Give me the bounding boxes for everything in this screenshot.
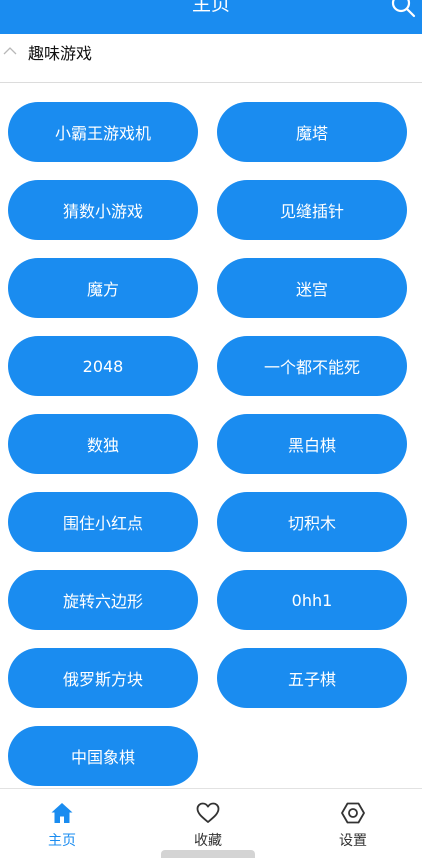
tab-favorites-label: 收藏 bbox=[194, 833, 222, 849]
game-button[interactable]: 旋转六边形 bbox=[8, 570, 198, 630]
game-button[interactable]: 2048 bbox=[8, 336, 198, 396]
heart-icon bbox=[196, 802, 220, 823]
game-button[interactable]: 迷宫 bbox=[217, 258, 407, 318]
tab-home[interactable]: 主页 bbox=[22, 789, 102, 859]
home-icon bbox=[51, 803, 73, 823]
section-header-collapse[interactable]: 趣味游戏 bbox=[0, 34, 422, 83]
game-button[interactable]: 围住小红点 bbox=[8, 492, 198, 552]
game-button[interactable]: 魔塔 bbox=[217, 102, 407, 162]
game-grid: 小霸王游戏机 魔塔 猜数小游戏 见缝插针 魔方 迷宫 2048 一个都不能死 数… bbox=[8, 102, 408, 786]
game-button[interactable]: 黑白棋 bbox=[217, 414, 407, 474]
tab-settings[interactable]: 设置 bbox=[313, 789, 393, 859]
game-button[interactable]: 小霸王游戏机 bbox=[8, 102, 198, 162]
tab-home-label: 主页 bbox=[48, 833, 76, 849]
game-button[interactable]: 见缝插针 bbox=[217, 180, 407, 240]
game-button[interactable]: 数独 bbox=[8, 414, 198, 474]
search-icon[interactable] bbox=[390, 0, 416, 18]
chevron-up-icon bbox=[3, 47, 17, 55]
game-button[interactable]: 魔方 bbox=[8, 258, 198, 318]
game-button[interactable]: 猜数小游戏 bbox=[8, 180, 198, 240]
game-button[interactable]: 俄罗斯方块 bbox=[8, 648, 198, 708]
page-title: 主页 bbox=[191, 0, 230, 15]
bottom-tab-bar: 主页 收藏 设置 bbox=[0, 788, 422, 859]
game-button[interactable]: 中国象棋 bbox=[8, 726, 198, 786]
home-indicator[interactable] bbox=[161, 850, 255, 858]
tab-settings-label: 设置 bbox=[339, 833, 367, 849]
game-button[interactable]: 切积木 bbox=[217, 492, 407, 552]
game-button[interactable]: 0hh1 bbox=[217, 570, 407, 630]
app-header: 主页 bbox=[0, 0, 422, 34]
game-button[interactable]: 一个都不能死 bbox=[217, 336, 407, 396]
section-title: 趣味游戏 bbox=[28, 44, 93, 63]
game-button[interactable]: 五子棋 bbox=[217, 648, 407, 708]
tab-favorites[interactable]: 收藏 bbox=[168, 789, 248, 859]
settings-icon bbox=[341, 802, 365, 824]
